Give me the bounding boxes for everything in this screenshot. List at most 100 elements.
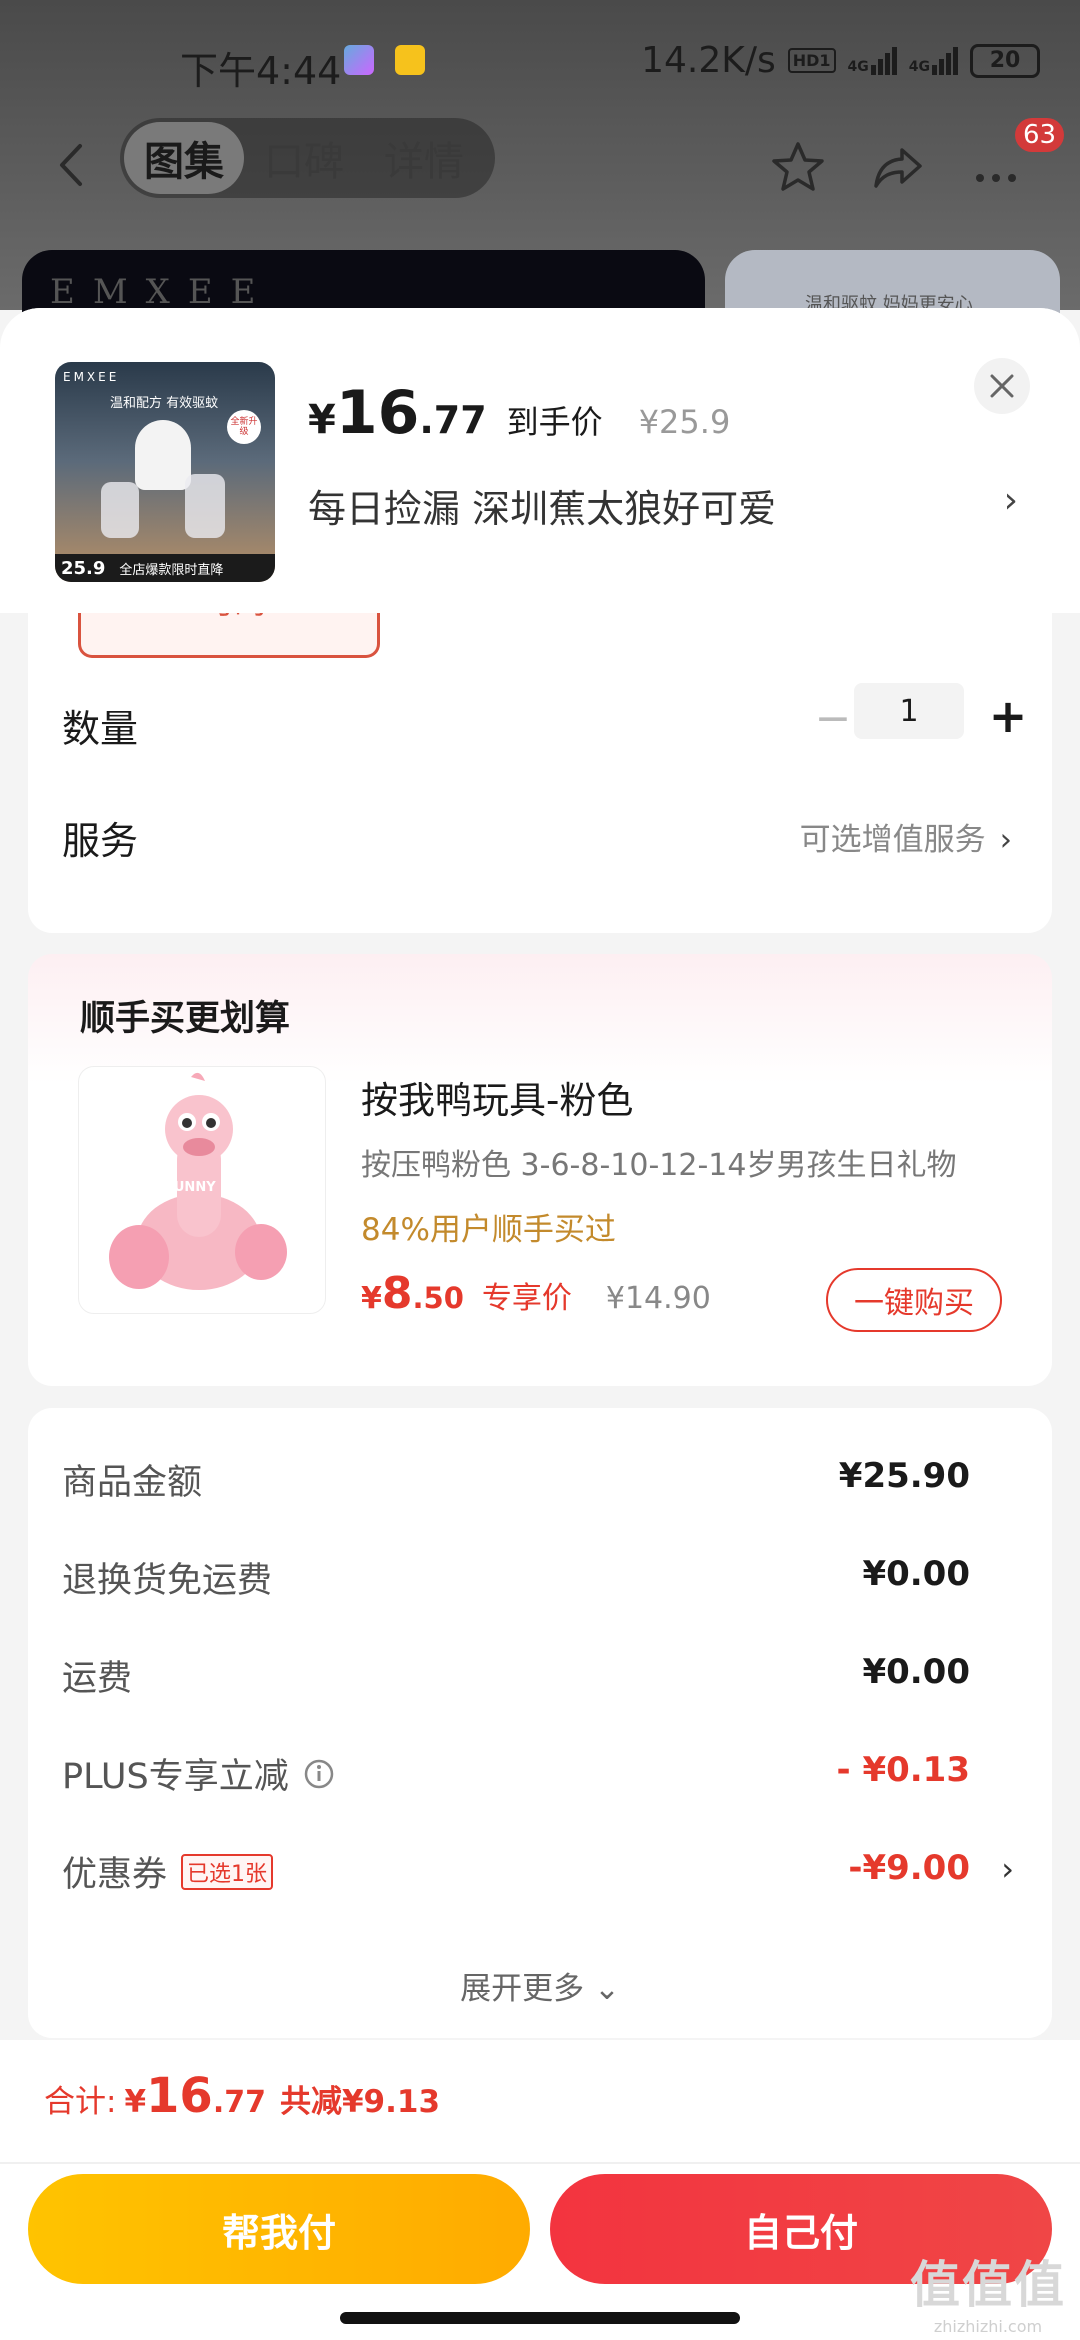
quantity-increase-button[interactable]: +: [978, 686, 1038, 746]
thumb-bottle-2: [185, 474, 225, 538]
price-row-value: ¥0.00: [862, 1652, 970, 1692]
more-icon[interactable]: [966, 138, 1026, 198]
price-row-label: 商品金额: [62, 1463, 203, 1503]
thumb-bottle: [101, 482, 139, 538]
price-row-value: -¥9.00: [848, 1848, 970, 1888]
app-notification-icon: [344, 45, 374, 75]
options-card: 均码 数量 − 1 + 服务 可选增值服务›: [28, 588, 1052, 933]
help-me-pay-button[interactable]: 帮我付: [28, 2174, 530, 2284]
service-selector[interactable]: 可选增值服务 ›: [800, 814, 1012, 859]
expand-more-label: 展开更多: [460, 1971, 585, 2007]
addon-social-proof: 84%用户顺手买过: [361, 1212, 616, 1248]
price-row-label: 优惠券: [62, 1855, 168, 1895]
service-value: 可选增值服务: [799, 822, 986, 858]
one-click-buy-button[interactable]: 一键购买: [826, 1268, 1002, 1332]
total-integer: 16: [146, 2068, 213, 2124]
thumb-slogan: 温和配方 有效驱蚊: [110, 396, 219, 411]
close-button[interactable]: [974, 358, 1030, 414]
total-currency: ¥: [124, 2084, 147, 2120]
original-price: ¥25.9: [638, 403, 731, 441]
signal-icon-2: 4G: [908, 46, 958, 75]
tab-group: 图集 口碑 详情: [120, 118, 495, 198]
top-nav: 图集 口碑 详情 63: [0, 118, 1080, 218]
net-type-label-2: 4G: [908, 58, 930, 75]
price-row-goods: 商品金额 ¥25.90: [28, 1454, 1052, 1514]
price-row-label: 退换货免运费: [62, 1561, 273, 1601]
total-line: 合计: ¥ 16 .77 共减¥9.13: [44, 2068, 440, 2124]
addon-price-currency: ¥: [361, 1281, 382, 1316]
hd-badge: HD1: [787, 48, 836, 73]
price-row-coupon[interactable]: 优惠券 已选1张 -¥9.00 ›: [28, 1846, 1052, 1906]
price-row-return-shipping: 退换货免运费 ¥0.00: [28, 1552, 1052, 1612]
expand-more-button[interactable]: 展开更多 ⌄: [28, 1963, 1052, 2008]
watermark: 值值值 zhizhizhi.com: [910, 2245, 1066, 2336]
thumb-price: 25.9: [61, 557, 106, 579]
net-type-label: 4G: [847, 58, 869, 75]
close-icon: [990, 374, 1014, 398]
price-row-value: - ¥0.13: [836, 1750, 971, 1790]
addon-title: 顺手买更划算: [80, 999, 291, 1039]
chevron-right-icon[interactable]: ›: [1004, 480, 1018, 521]
price-row-value: ¥0.00: [862, 1554, 970, 1594]
addon-product-image[interactable]: FUNNY: [78, 1066, 326, 1314]
checkout-footer: 合计: ¥ 16 .77 共减¥9.13 帮我付 自己付 值值值 zhizhiz…: [0, 2040, 1080, 2340]
addon-price: ¥ 8 .50 专享价 ¥14.90: [361, 1268, 711, 1319]
background-brand-text: EMXEE: [50, 272, 274, 312]
product-thumbnail[interactable]: EMXEE 温和配方 有效驱蚊 全新升级 25.9 全店爆款限时直降: [55, 362, 275, 582]
total-saved: 共减¥9.13: [279, 2084, 441, 2120]
final-price: ¥ 16 .77 到手价 ¥25.9: [308, 378, 730, 448]
battery-icon: 20: [970, 43, 1040, 78]
total-label: 合计:: [44, 2084, 117, 2120]
price-currency: ¥: [308, 397, 336, 443]
coupon-selected-badge: 已选1张: [181, 1853, 274, 1890]
home-indicator[interactable]: [340, 2312, 740, 2324]
shop-link[interactable]: 每日捡漏 深圳蕉太狼好可爱: [308, 478, 776, 533]
total-decimal: .77: [212, 2085, 266, 2120]
notification-badge: 63: [1015, 118, 1065, 152]
price-row-label: PLUS专享立减: [62, 1757, 289, 1797]
addon-original-price: ¥14.90: [605, 1281, 711, 1316]
tab-gallery[interactable]: 图集: [124, 122, 244, 194]
price-row-value: ¥25.90: [838, 1456, 970, 1496]
price-row-label: 运费: [62, 1659, 133, 1699]
price-details-card: 商品金额 ¥25.90 退换货免运费 ¥0.00 运费 ¥0.00 PLUS专享…: [28, 1408, 1052, 2038]
net-speed: 14.2K/s: [641, 40, 776, 81]
price-row-plus-discount: PLUS专享立减 - ¥0.13: [28, 1748, 1052, 1808]
thumb-strip-text: 全店爆款限时直降: [119, 562, 224, 578]
star-icon[interactable]: [768, 138, 828, 198]
back-arrow-icon[interactable]: [48, 140, 98, 190]
addon-price-integer: 8: [381, 1268, 413, 1319]
thumb-device: [135, 420, 191, 490]
thumb-tag: 全新升级: [227, 410, 261, 444]
price-row-label-group: PLUS专享立减: [62, 1748, 335, 1799]
checkout-sheet: 均码 数量 − 1 + 服务 可选增值服务› EMXEE 温和配方 有效驱蚊 全…: [0, 308, 1080, 2340]
price-label: 到手价: [506, 403, 603, 441]
price-integer: 16: [335, 378, 420, 448]
price-row-label-group: 优惠券 已选1张: [62, 1846, 274, 1897]
quantity-input[interactable]: 1: [854, 683, 964, 739]
share-icon[interactable]: [868, 138, 928, 198]
chevron-right-icon: ›: [1001, 1850, 1014, 1888]
tab-details[interactable]: 详情: [364, 122, 484, 194]
price-decimal: .77: [419, 398, 487, 442]
addon-name[interactable]: 按我鸭玩具-粉色: [361, 1070, 633, 1124]
divider: [0, 2162, 1080, 2164]
addon-description: 按压鸭粉色 3-6-8-10-12-14岁男孩生日礼物: [361, 1148, 957, 1183]
service-label: 服务: [62, 819, 139, 863]
info-icon[interactable]: [303, 1758, 335, 1790]
quantity-label: 数量: [62, 707, 139, 751]
chevron-right-icon: ›: [999, 822, 1012, 858]
price-row-shipping: 运费 ¥0.00: [28, 1650, 1052, 1710]
chevron-down-icon: ⌄: [593, 1971, 620, 2007]
watermark-logo: 值值值: [910, 2256, 1066, 2314]
duck-toy-label: FUNNY: [165, 1180, 216, 1195]
product-header: EMXEE 温和配方 有效驱蚊 全新升级 25.9 全店爆款限时直降 ¥ 16 …: [0, 308, 1080, 613]
thumb-strip: 25.9 全店爆款限时直降: [55, 554, 275, 582]
addon-card: 顺手买更划算 FUNNY 按我鸭玩具-粉色 按压鸭粉色 3-6-8-10-12-…: [28, 954, 1052, 1386]
status-right: 14.2K/s HD1 4G 4G 20: [641, 40, 1040, 81]
addon-price-label: 专享价: [481, 1281, 572, 1316]
status-time: 下午4:44: [180, 49, 342, 93]
app-notification-icon-2: [395, 45, 425, 75]
tab-reviews[interactable]: 口碑: [244, 122, 364, 194]
watermark-url: zhizhizhi.com: [933, 2317, 1043, 2336]
